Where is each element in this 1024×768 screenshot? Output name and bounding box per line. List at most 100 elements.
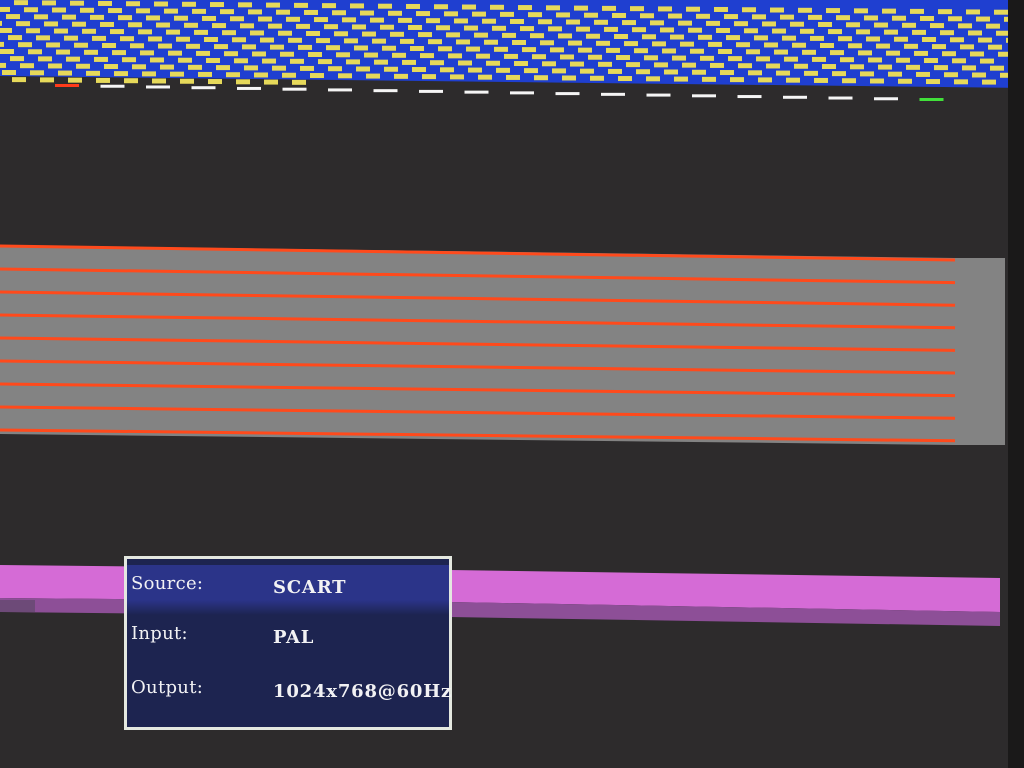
checker-cell <box>530 33 544 39</box>
checker-cell <box>310 73 324 79</box>
checker-cell <box>108 8 122 14</box>
checker-cell <box>926 79 940 85</box>
checker-cell <box>372 38 386 44</box>
checker-cell <box>598 61 612 67</box>
checker-band <box>0 0 1024 88</box>
checker-cell <box>438 46 452 52</box>
checker-cell <box>652 41 666 47</box>
checker-cell <box>664 69 678 75</box>
checker-cell <box>594 19 608 25</box>
checker-cell <box>744 28 758 34</box>
checker-cell <box>558 33 572 39</box>
checker-cell <box>996 30 1010 36</box>
checker-cell <box>76 63 90 69</box>
checker-cell <box>818 21 832 27</box>
checker-cell <box>168 50 182 56</box>
dash-mark <box>510 91 534 95</box>
checker-cell <box>440 67 454 73</box>
checker-cell <box>938 9 952 15</box>
checker-cell <box>716 27 730 33</box>
checker-cell <box>848 43 862 49</box>
dash-mark <box>737 95 762 99</box>
checker-cell <box>642 34 656 40</box>
checker-cell <box>8 35 22 41</box>
checker-cell <box>280 51 294 57</box>
dash-mark <box>419 89 443 93</box>
checker-cell <box>334 31 348 37</box>
checker-cell <box>940 30 954 36</box>
checker-cell <box>784 56 798 62</box>
checker-cell <box>776 70 790 76</box>
checker-cell <box>476 53 490 59</box>
checker-cell <box>870 78 884 84</box>
checker-cell <box>282 72 296 78</box>
checker-cell <box>690 48 704 54</box>
checker-cell <box>272 65 286 71</box>
checker-cell <box>142 71 156 77</box>
checker-cell <box>612 12 626 18</box>
checker-cell <box>474 32 488 38</box>
checker-cell <box>0 62 6 68</box>
checker-cell <box>350 3 364 9</box>
checker-cell <box>948 16 962 22</box>
checker-cell <box>982 79 996 85</box>
checker-cell <box>56 49 70 55</box>
checker-cell <box>322 3 336 9</box>
checker-cell <box>932 44 946 50</box>
checker-cell <box>832 71 846 77</box>
checker-cell <box>892 15 906 21</box>
dash-mark <box>783 95 807 99</box>
checker-cell <box>26 28 40 34</box>
checker-cell <box>204 36 218 42</box>
checker-cell <box>110 29 124 35</box>
checker-cell <box>344 38 358 44</box>
checker-cell <box>828 29 842 35</box>
checker-cell <box>466 46 480 52</box>
checker-cell <box>454 18 468 24</box>
checker-cell <box>954 79 968 85</box>
checker-cell <box>924 58 938 64</box>
checker-cell <box>850 64 864 70</box>
checker-cell <box>596 40 610 46</box>
checker-cell <box>326 45 340 51</box>
checker-cell <box>130 43 144 49</box>
checker-cell <box>316 38 330 44</box>
checker-cell <box>576 26 590 32</box>
checker-cell <box>150 57 164 63</box>
checker-cell <box>836 15 850 21</box>
checker-cell <box>798 7 812 13</box>
checker-cell <box>888 71 902 77</box>
checker-cell <box>30 70 44 76</box>
checker-cell <box>0 6 10 12</box>
checker-cell <box>532 54 546 60</box>
checker-cell <box>360 10 374 16</box>
checker-cell <box>774 49 788 55</box>
checker-cell <box>412 67 426 73</box>
checker-cell <box>738 63 752 69</box>
checker-cell <box>64 35 78 41</box>
checker-cell <box>68 77 82 83</box>
checker-cell <box>588 54 602 60</box>
checker-cell <box>458 60 472 66</box>
dash-mark <box>237 86 261 90</box>
checker-cell <box>548 26 562 32</box>
checker-cell <box>702 76 716 82</box>
checker-cell <box>118 15 132 21</box>
checker-cell <box>646 76 660 82</box>
checker-cell <box>166 29 180 35</box>
checker-cell <box>6 14 20 20</box>
checker-cell <box>966 9 980 15</box>
checker-cell <box>276 9 290 15</box>
checker-cell <box>28 49 42 55</box>
checker-cell <box>654 62 668 68</box>
checker-cell <box>16 21 30 27</box>
checker-cell <box>252 51 266 57</box>
checker-cell <box>98 0 112 6</box>
checker-cell <box>672 55 686 61</box>
checker-cell <box>618 76 632 82</box>
checker-cell <box>254 72 268 78</box>
checker-cell <box>362 31 376 37</box>
checker-cell <box>448 53 462 59</box>
checker-cell <box>602 5 616 11</box>
checker-cell <box>686 6 700 12</box>
